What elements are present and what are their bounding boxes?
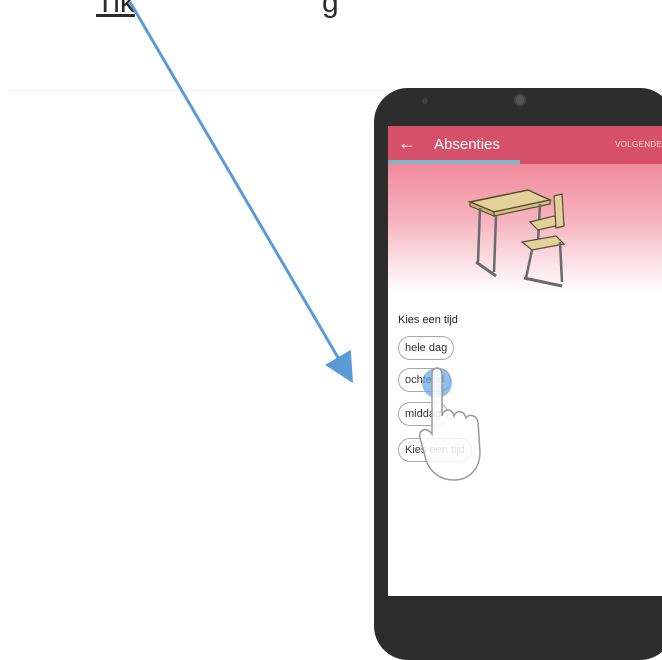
phone-screen: ← Absenties VOLGENDE Kies een tijd hele … <box>388 126 662 596</box>
arrow-left-icon[interactable]: ← <box>398 133 416 154</box>
school-desk-illustration <box>467 189 566 288</box>
next-button[interactable]: VOLGENDE <box>615 140 662 149</box>
option-hele-dag[interactable]: hele dag <box>398 336 455 360</box>
sensor-dot <box>422 98 428 104</box>
caption-underlined-word: Tik <box>96 0 135 19</box>
app-bar: ← Absenties VOLGENDE <box>388 126 662 164</box>
camera-icon <box>514 94 526 106</box>
time-prompt-label: Kies een tijd <box>398 314 458 326</box>
cropped-caption: Tik g <box>0 0 662 19</box>
caption-trailing-letter: g <box>322 0 339 19</box>
pointing-hand-icon <box>418 367 481 481</box>
page-title: Absenties <box>434 136 500 153</box>
